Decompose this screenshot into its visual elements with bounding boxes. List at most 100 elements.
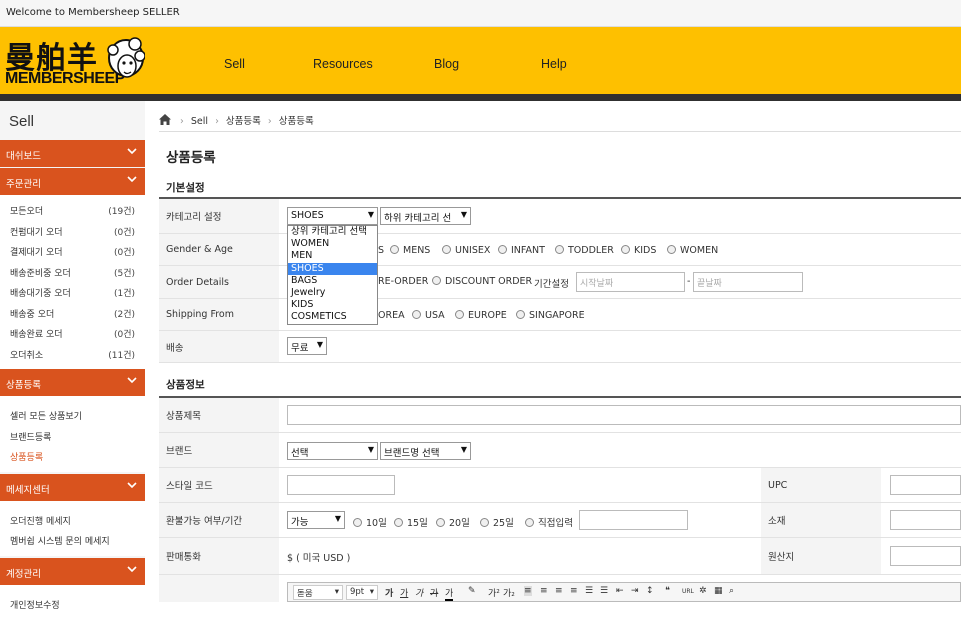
font-color-icon[interactable]: 가 — [445, 586, 453, 601]
nav-resources[interactable]: Resources — [313, 57, 373, 71]
product-name-input[interactable] — [287, 405, 961, 425]
ship-radio-singapore[interactable]: SINGAPORE — [516, 310, 585, 321]
category-select[interactable]: SHOES▼ — [287, 207, 378, 225]
align-justify-icon[interactable]: ≡ — [570, 586, 578, 596]
category-option[interactable]: BAGS — [288, 275, 377, 287]
breadcrumb-item[interactable]: Sell — [191, 116, 208, 127]
category-option[interactable]: Jewelry — [288, 287, 377, 299]
align-center-icon[interactable]: ≡ — [540, 586, 548, 596]
logo[interactable]: 曼舶羊 MEMBERSHEEP — [5, 33, 145, 89]
gender-radio-mens[interactable]: MENS — [390, 245, 430, 256]
ship-radio-europe[interactable]: EUROPE — [455, 310, 507, 321]
font-family-select[interactable]: 돋움▾ — [293, 585, 343, 600]
end-date-input[interactable]: 끝날짜 — [693, 272, 803, 292]
sidebar-item-ship-wait[interactable]: 배송대기중 오더(1건) — [0, 281, 145, 302]
gender-radio-infant[interactable]: INFANT — [498, 245, 545, 256]
sidebar-item-system-messages[interactable]: 멤버쉽 시스템 문의 메세지 — [0, 529, 145, 550]
refund-radio-20[interactable]: 20일 — [436, 515, 470, 529]
sidebar-item-product-register[interactable]: 상품등록 — [0, 445, 145, 466]
subscript-icon[interactable]: 가₂ — [503, 586, 515, 599]
sidebar-item-cancelled[interactable]: 오더취소(11건) — [0, 343, 145, 364]
brand-row: 브랜드 선택▼ 브랜드명 선택▼ — [159, 433, 961, 468]
sidebar-item-payment-wait[interactable]: 결제대기 오더(0건) — [0, 240, 145, 261]
sidebar-item-profile-edit[interactable]: 개인정보수정 — [0, 593, 145, 614]
align-right-icon[interactable]: ≡ — [555, 586, 563, 596]
refund-select[interactable]: 가능▼ — [287, 511, 345, 529]
dropdown-arrow-icon: ▼ — [335, 514, 341, 523]
gender-radio-women[interactable]: WOMEN — [667, 245, 718, 256]
nav-help[interactable]: Help — [541, 57, 567, 71]
sidebar-section-label: 계정관리 — [6, 569, 41, 580]
refund-custom-input[interactable] — [579, 510, 688, 530]
gender-radio-kids[interactable]: KIDS — [621, 245, 656, 256]
home-icon[interactable] — [159, 114, 171, 125]
sidebar-item-brand-register[interactable]: 브랜드등록 — [0, 425, 145, 446]
sidebar-item-all-orders[interactable]: 모든오더(19건) — [0, 199, 145, 220]
sidebar-section-products[interactable]: 상품등록 — [0, 369, 145, 396]
table-icon[interactable]: ▦ — [714, 586, 723, 596]
order-radio-discount[interactable]: DISCOUNT ORDER — [432, 276, 532, 287]
category-option-selected[interactable]: SHOES — [288, 263, 377, 275]
gender-radio-unisex[interactable]: UNISEX — [442, 245, 490, 256]
indent-icon[interactable]: ⇥ — [631, 586, 639, 596]
style-code-input[interactable] — [287, 475, 395, 495]
ship-radio-usa[interactable]: USA — [412, 310, 445, 321]
brand-label: 브랜드 — [159, 433, 279, 467]
find-icon[interactable]: ⌕ — [729, 586, 734, 596]
nav-blog[interactable]: Blog — [434, 57, 459, 71]
refund-radio-15[interactable]: 15일 — [394, 515, 428, 529]
chevron-down-icon — [127, 480, 137, 490]
chevron-down-icon — [127, 564, 137, 574]
strikethrough-icon[interactable]: 가 — [430, 586, 438, 599]
refund-radio-25[interactable]: 25일 — [480, 515, 514, 529]
ordered-list-icon[interactable]: ☰ — [585, 586, 593, 596]
delivery-select[interactable]: 무료▼ — [287, 337, 327, 355]
category-option[interactable]: WOMEN — [288, 238, 377, 250]
sidebar-section-messages[interactable]: 메세지센터 — [0, 474, 145, 501]
refund-radio-10[interactable]: 10일 — [353, 515, 387, 529]
highlight-icon[interactable]: ✎ — [468, 586, 476, 596]
sidebar-section-account[interactable]: 계정관리 — [0, 558, 145, 585]
sidebar-item-shipping[interactable]: 배송중 오더(2건) — [0, 302, 145, 323]
sidebar-item-preparing[interactable]: 배송준비중 오더(5건) — [0, 261, 145, 282]
sidebar-item-confirm-wait[interactable]: 컨펌대기 오더(0건) — [0, 220, 145, 241]
breadcrumb-item: 상품등록 — [279, 116, 314, 127]
category-option[interactable]: COSMETICS — [288, 311, 377, 323]
refund-row: 환불가능 여부/기간 가능▼ 10일 15일 20일 25일 직접입력 소재 — [159, 503, 961, 538]
quote-icon[interactable]: ❝ — [665, 586, 670, 596]
line-height-icon[interactable]: ↕ — [646, 586, 654, 596]
brand-name-select[interactable]: 브랜드명 선택▼ — [380, 442, 471, 460]
sidebar-item-delivered[interactable]: 배송완료 오더(0건) — [0, 322, 145, 343]
nav-sell[interactable]: Sell — [224, 57, 245, 71]
link-icon[interactable]: URL — [682, 588, 694, 595]
sidebar-item-all-products[interactable]: 셀러 모든 상품보기 — [0, 404, 145, 425]
unordered-list-icon[interactable]: ☰ — [600, 586, 608, 596]
special-char-icon[interactable]: ✲ — [699, 586, 707, 596]
align-left-icon[interactable]: ≡ — [524, 586, 532, 596]
upc-input[interactable] — [890, 475, 961, 495]
sidebar-section-dashboard[interactable]: 대쉬보드 — [0, 140, 145, 167]
start-date-input[interactable]: 시작날짜 — [576, 272, 685, 292]
sidebar-section-orders[interactable]: 주문관리 — [0, 168, 145, 195]
origin-input[interactable] — [890, 546, 961, 566]
bold-icon[interactable]: 가 — [385, 586, 393, 599]
italic-icon[interactable]: 가 — [415, 586, 423, 599]
category-option[interactable]: 상위 카테고리 선택 — [288, 226, 377, 238]
subcategory-select[interactable]: 하위 카테고리 선▼ — [380, 207, 471, 225]
sidebar: Sell 대쉬보드 주문관리 모든오더(19건) 컨펌대기 오더(0건) 결제대… — [0, 101, 145, 602]
outdent-icon[interactable]: ⇤ — [616, 586, 624, 596]
underline-icon[interactable]: 가 — [400, 586, 408, 599]
material-input[interactable] — [890, 510, 961, 530]
product-name-label: 상품제목 — [159, 398, 279, 432]
sidebar-item-order-messages[interactable]: 오더진행 메세지 — [0, 509, 145, 530]
gender-radio-toddler[interactable]: TODDLER — [555, 245, 614, 256]
breadcrumb-item[interactable]: 상품등록 — [226, 116, 261, 127]
shipping-from-label: Shipping From — [159, 299, 279, 330]
sidebar-section-label: 대쉬보드 — [6, 151, 41, 162]
refund-radio-custom[interactable]: 직접입력 — [525, 515, 573, 529]
brand-select[interactable]: 선택▼ — [287, 442, 378, 460]
category-option[interactable]: KIDS — [288, 299, 377, 311]
superscript-icon[interactable]: 가² — [488, 586, 500, 599]
font-size-select[interactable]: 9pt▾ — [346, 585, 378, 600]
category-option[interactable]: MEN — [288, 250, 377, 262]
